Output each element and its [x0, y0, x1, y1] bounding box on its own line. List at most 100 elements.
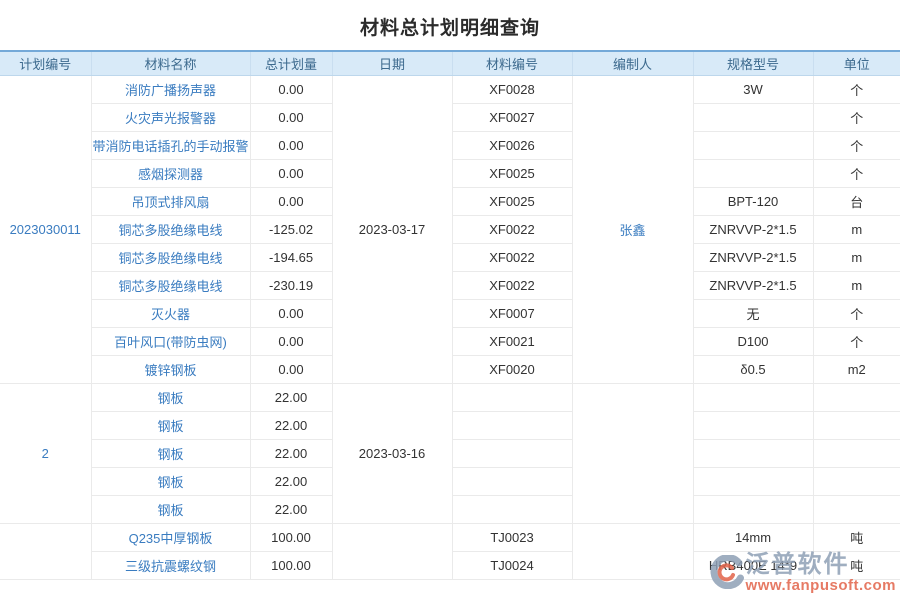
total-plan-qty-cell: 0.00: [250, 327, 332, 355]
spec-model-cell: [693, 131, 813, 159]
unit-cell: 吨: [813, 523, 900, 551]
unit-cell: 个: [813, 131, 900, 159]
column-header-total-qty: 总计划量: [250, 51, 332, 75]
compiler-cell: [572, 523, 693, 579]
unit-cell: [813, 439, 900, 467]
compiler-link[interactable]: 张鑫: [572, 75, 693, 383]
material-number-cell: [452, 495, 572, 523]
material-number-cell: XF0022: [452, 215, 572, 243]
unit-cell: m: [813, 215, 900, 243]
column-header-compiler: 编制人: [572, 51, 693, 75]
unit-cell: 台: [813, 187, 900, 215]
plan-number-link[interactable]: 2: [0, 383, 91, 523]
material-name-link[interactable]: 镀锌钢板: [91, 355, 250, 383]
total-plan-qty-cell: 22.00: [250, 439, 332, 467]
total-plan-qty-cell: 0.00: [250, 75, 332, 103]
table-row: 2023030011消防广播扬声器0.002023-03-17XF0028张鑫3…: [0, 75, 900, 103]
spec-model-cell: [693, 439, 813, 467]
material-name-link[interactable]: 带消防电话插孔的手动报警: [91, 131, 250, 159]
material-name-link[interactable]: 钢板: [91, 495, 250, 523]
total-plan-qty-cell: 0.00: [250, 159, 332, 187]
material-name-link[interactable]: 钢板: [91, 411, 250, 439]
material-number-cell: [452, 439, 572, 467]
unit-cell: m: [813, 243, 900, 271]
material-name-link[interactable]: 百叶风口(带防虫网): [91, 327, 250, 355]
total-plan-qty-cell: 22.00: [250, 411, 332, 439]
spec-model-cell: [693, 467, 813, 495]
spec-model-cell: 无: [693, 299, 813, 327]
material-number-cell: XF0021: [452, 327, 572, 355]
total-plan-qty-cell: 100.00: [250, 551, 332, 579]
total-plan-qty-cell: 22.00: [250, 495, 332, 523]
total-plan-qty-cell: 0.00: [250, 187, 332, 215]
material-number-cell: XF0007: [452, 299, 572, 327]
total-plan-qty-cell: 0.00: [250, 355, 332, 383]
column-header-plan-no: 计划编号: [0, 51, 91, 75]
date-cell: 2023-03-17: [332, 75, 452, 383]
spec-model-cell: [693, 103, 813, 131]
header-row: 计划编号 材料名称 总计划量 日期 材料编号 编制人 规格型号 单位: [0, 51, 900, 75]
plan-number-link[interactable]: 2023030011: [0, 75, 91, 383]
date-cell: [332, 523, 452, 579]
column-header-spec: 规格型号: [693, 51, 813, 75]
spec-model-cell: 3W: [693, 75, 813, 103]
column-header-unit: 单位: [813, 51, 900, 75]
material-number-cell: XF0026: [452, 131, 572, 159]
total-plan-qty-cell: 0.00: [250, 299, 332, 327]
material-name-link[interactable]: 三级抗震螺纹钢: [91, 551, 250, 579]
spec-model-cell: ZNRVVP-2*1.5: [693, 215, 813, 243]
material-name-link[interactable]: 铜芯多股绝缘电线: [91, 243, 250, 271]
unit-cell: 个: [813, 103, 900, 131]
material-name-link[interactable]: 灭火器: [91, 299, 250, 327]
total-plan-qty-cell: 100.00: [250, 523, 332, 551]
total-plan-qty-cell: -194.65: [250, 243, 332, 271]
plan-number-cell: [0, 523, 91, 579]
material-name-link[interactable]: 火灾声光报警器: [91, 103, 250, 131]
spec-model-cell: [693, 383, 813, 411]
material-number-cell: XF0027: [452, 103, 572, 131]
table-header: 计划编号 材料名称 总计划量 日期 材料编号 编制人 规格型号 单位: [0, 51, 900, 75]
material-number-cell: [452, 411, 572, 439]
material-number-cell: XF0028: [452, 75, 572, 103]
table-row: Q235中厚钢板100.00 TJ0023 14mm吨: [0, 523, 900, 551]
material-name-link[interactable]: 钢板: [91, 383, 250, 411]
page-title: 材料总计划明细查询: [0, 0, 900, 50]
material-name-link[interactable]: Q235中厚钢板: [91, 523, 250, 551]
spec-model-cell: [693, 159, 813, 187]
date-cell: 2023-03-16: [332, 383, 452, 523]
total-plan-qty-cell: 0.00: [250, 103, 332, 131]
material-number-cell: [452, 467, 572, 495]
material-name-link[interactable]: 铜芯多股绝缘电线: [91, 215, 250, 243]
material-number-cell: XF0025: [452, 159, 572, 187]
unit-cell: m2: [813, 355, 900, 383]
spec-model-cell: D100: [693, 327, 813, 355]
unit-cell: 个: [813, 327, 900, 355]
column-header-mat-no: 材料编号: [452, 51, 572, 75]
unit-cell: [813, 467, 900, 495]
spec-model-cell: BPT-120: [693, 187, 813, 215]
material-number-cell: TJ0024: [452, 551, 572, 579]
compiler-cell: [572, 383, 693, 523]
spec-model-cell: 14mm: [693, 523, 813, 551]
total-plan-qty-cell: 22.00: [250, 383, 332, 411]
material-number-cell: XF0025: [452, 187, 572, 215]
unit-cell: m: [813, 271, 900, 299]
total-plan-qty-cell: 22.00: [250, 467, 332, 495]
spec-model-cell: HRB400E 14*9: [693, 551, 813, 579]
spec-model-cell: [693, 411, 813, 439]
material-name-link[interactable]: 钢板: [91, 467, 250, 495]
page: 材料总计划明细查询 计划编号 材料名称 总计划量 日期 材料编号 编制人 规格型…: [0, 0, 900, 600]
material-name-link[interactable]: 感烟探测器: [91, 159, 250, 187]
total-plan-qty-cell: -125.02: [250, 215, 332, 243]
material-name-link[interactable]: 钢板: [91, 439, 250, 467]
material-number-cell: XF0022: [452, 243, 572, 271]
unit-cell: [813, 411, 900, 439]
column-header-material: 材料名称: [91, 51, 250, 75]
material-name-link[interactable]: 吊顶式排风扇: [91, 187, 250, 215]
spec-model-cell: ZNRVVP-2*1.5: [693, 243, 813, 271]
material-name-link[interactable]: 铜芯多股绝缘电线: [91, 271, 250, 299]
material-number-cell: TJ0023: [452, 523, 572, 551]
material-name-link[interactable]: 消防广播扬声器: [91, 75, 250, 103]
unit-cell: [813, 383, 900, 411]
unit-cell: 个: [813, 159, 900, 187]
